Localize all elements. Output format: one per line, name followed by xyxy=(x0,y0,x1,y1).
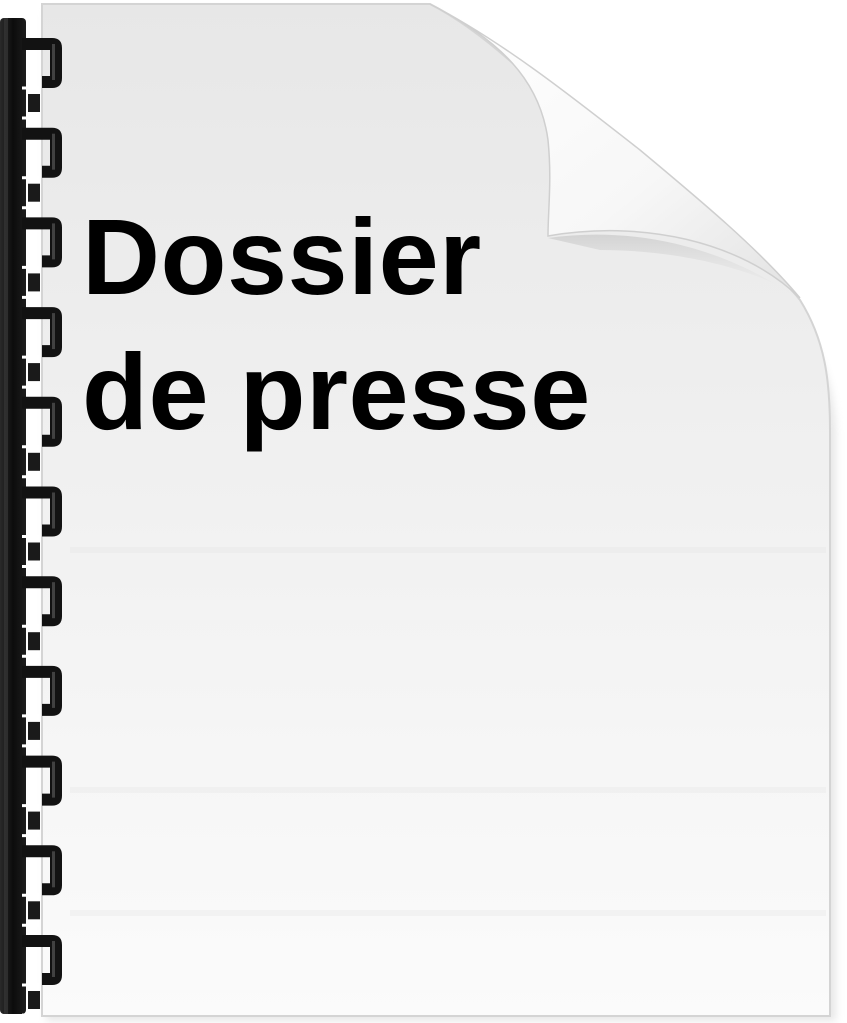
document-page xyxy=(0,3,836,1021)
spiral-binding-icon xyxy=(0,18,62,1017)
title-line-1: Dossier xyxy=(82,196,482,317)
title-line-2: de presse xyxy=(82,331,591,452)
paper-sheet xyxy=(41,3,831,1017)
document-title: Dossier de presse xyxy=(82,189,591,459)
document-icon: Dossier de presse xyxy=(0,0,847,1023)
